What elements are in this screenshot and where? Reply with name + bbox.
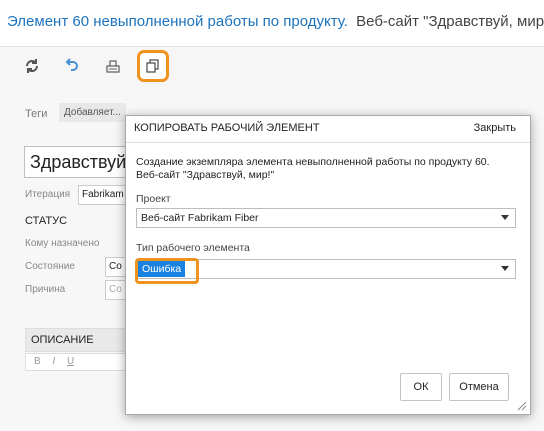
add-tag-button[interactable]: Добавляет... — [59, 103, 126, 122]
project-value: Веб-сайт Fabrikam Fiber — [141, 212, 259, 224]
message-line-2: Веб-сайт "Здравствуй, мир!" — [136, 169, 275, 181]
ok-button[interactable]: ОК — [400, 373, 442, 401]
copy-work-item-dialog: КОПИРОВАТЬ РАБОЧИЙ ЭЛЕМЕНТ Закрыть Созда… — [125, 115, 531, 415]
state-label: Состояние — [25, 261, 75, 272]
close-link[interactable]: Закрыть — [474, 122, 516, 134]
project-label: Проект — [136, 193, 171, 205]
editor-toolbar: B I U — [25, 353, 138, 371]
dialog-title: КОПИРОВАТЬ РАБОЧИЙ ЭЛЕМЕНТ — [134, 122, 320, 134]
underline-button[interactable]: U — [67, 356, 74, 367]
work-item-type-select[interactable]: Ошибка — [135, 258, 516, 284]
bold-button[interactable]: B — [34, 356, 41, 367]
toolbar — [0, 46, 544, 90]
description-header: ОПИСАНИЕ — [25, 328, 130, 352]
undo-icon[interactable] — [60, 54, 84, 78]
status-header: СТАТУС — [25, 215, 68, 227]
chevron-down-icon — [501, 266, 509, 271]
dialog-header: КОПИРОВАТЬ РАБОЧИЙ ЭЛЕМЕНТ Закрыть — [126, 116, 530, 143]
attachment-icon[interactable] — [101, 54, 125, 78]
chevron-down-icon — [501, 215, 509, 220]
message-line-1: Создание экземпляра элемента невыполненн… — [136, 156, 490, 168]
type-value: Ошибка — [138, 261, 186, 277]
item-title-field[interactable]: Здравствуй, мир! — [24, 146, 141, 178]
tags-label: Теги — [25, 108, 48, 120]
page-title: Элемент 60 невыполненной работы по проду… — [7, 13, 544, 30]
reason-label: Причина — [25, 284, 66, 295]
copy-icon[interactable] — [137, 50, 169, 82]
type-label: Тип рабочего элемента — [136, 242, 250, 254]
cancel-button[interactable]: Отмена — [449, 373, 509, 401]
dialog-message: Создание экземпляра элемента невыполненн… — [136, 156, 516, 182]
work-item-title: Элемент 60 невыполненной работы по проду… — [7, 13, 348, 30]
iteration-label: Итерация — [25, 189, 71, 200]
refresh-icon[interactable] — [20, 54, 44, 78]
assigned-label: Кому назначено — [25, 238, 100, 249]
product-name: Веб-сайт "Здравствуй, мир!" — [356, 13, 544, 30]
resize-grip-icon[interactable] — [515, 399, 527, 411]
italic-button[interactable]: I — [52, 356, 55, 367]
project-select[interactable]: Веб-сайт Fabrikam Fiber — [136, 208, 516, 228]
